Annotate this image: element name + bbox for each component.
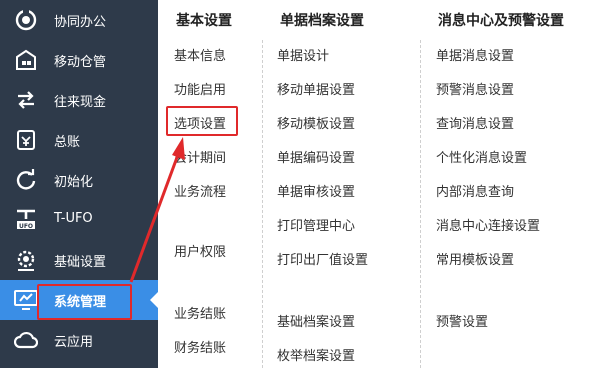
cash-exchange-icon (13, 88, 39, 112)
sidebar-item-basic-settings[interactable]: 基础设置 (0, 240, 158, 280)
menu-item-personal-message-settings[interactable]: 个性化消息设置 (436, 147, 527, 166)
menu-item-mobile-doc-settings[interactable]: 移动单据设置 (277, 79, 355, 98)
sidebar-item-tufo[interactable]: UFO T-UFO (0, 200, 158, 240)
sidebar-item-warehouse[interactable]: 移动仓管 (0, 40, 158, 80)
ufo-icon: UFO (13, 208, 39, 232)
menu-item-business-flow[interactable]: 业务流程 (174, 181, 226, 200)
svg-text:UFO: UFO (19, 223, 33, 230)
sidebar-item-label: 移动仓管 (54, 55, 107, 70)
column-divider (262, 40, 263, 368)
menu-item-doc-review-settings[interactable]: 单据审核设置 (277, 181, 355, 200)
menu-item-internal-message-query[interactable]: 内部消息查询 (436, 181, 514, 200)
collaboration-icon (13, 8, 39, 32)
sidebar-item-label: 往来现金 (54, 95, 107, 110)
menu-item-basic-info[interactable]: 基本信息 (174, 45, 226, 64)
menu-item-finance-closing[interactable]: 财务结账 (174, 337, 226, 356)
menu-item-accounting-period[interactable]: 会计期间 (174, 147, 226, 166)
menu-item-alert-message-settings[interactable]: 预警消息设置 (436, 79, 514, 98)
menu-item-print-center[interactable]: 打印管理中心 (277, 215, 355, 234)
sidebar-item-label: 云应用 (54, 335, 94, 350)
sidebar-item-label: 协同办公 (54, 15, 107, 30)
column-title-messages: 消息中心及预警设置 (438, 13, 564, 29)
cloud-icon (13, 328, 39, 352)
menu-item-user-permissions[interactable]: 用户权限 (174, 241, 226, 260)
menu-item-print-factory-settings[interactable]: 打印出厂值设置 (277, 249, 368, 268)
sidebar-item-ledger[interactable]: 总账 (0, 120, 158, 160)
column-title-documents: 单据档案设置 (280, 13, 364, 29)
highlight-box-system-management (37, 284, 132, 320)
warehouse-icon (13, 48, 39, 72)
menu-item-base-archive-settings[interactable]: 基础档案设置 (277, 311, 355, 330)
column-title-basic: 基本设置 (176, 13, 232, 29)
menu-item-common-template-settings[interactable]: 常用模板设置 (436, 249, 514, 268)
sidebar-item-label: 总账 (54, 135, 81, 150)
menu-item-business-closing[interactable]: 业务结账 (174, 303, 226, 322)
sidebar-item-label: 初始化 (54, 175, 94, 190)
sidebar-item-collaboration[interactable]: 协同办公 (0, 0, 158, 40)
menu-item-alert-settings[interactable]: 预警设置 (436, 311, 488, 330)
menu-item-doc-design[interactable]: 单据设计 (277, 45, 329, 64)
highlight-box-option-settings (166, 106, 238, 136)
active-pointer (150, 292, 158, 308)
refresh-icon (13, 168, 39, 192)
menu-item-message-center-connection[interactable]: 消息中心连接设置 (436, 215, 540, 234)
sidebar-item-label: 基础设置 (54, 255, 107, 270)
column-divider (420, 40, 421, 368)
menu-item-mobile-template-settings[interactable]: 移动模板设置 (277, 113, 355, 132)
gear-icon (13, 248, 39, 272)
menu-item-feature-enable[interactable]: 功能启用 (174, 79, 226, 98)
menu-item-query-message-settings[interactable]: 查询消息设置 (436, 113, 514, 132)
sidebar-item-init[interactable]: 初始化 (0, 160, 158, 200)
monitor-icon (13, 288, 39, 312)
menu-item-doc-message-settings[interactable]: 单据消息设置 (436, 45, 514, 64)
sidebar-item-cash[interactable]: 往来现金 (0, 80, 158, 120)
sidebar-item-label: T-UFO (54, 211, 93, 226)
ledger-icon (13, 128, 39, 152)
menu-item-enum-archive-settings[interactable]: 枚举档案设置 (277, 345, 355, 364)
sidebar-item-cloud[interactable]: 云应用 (0, 320, 158, 360)
menu-item-doc-code-settings[interactable]: 单据编码设置 (277, 147, 355, 166)
